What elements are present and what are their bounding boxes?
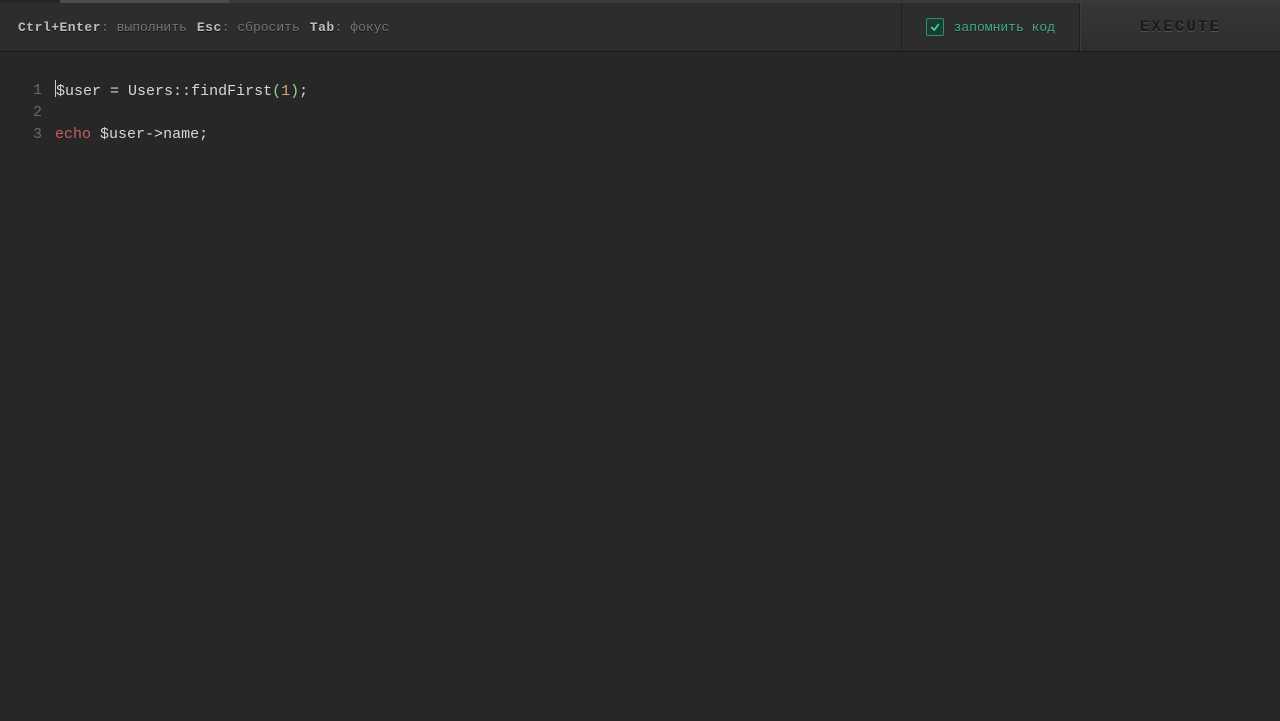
line-number: 2	[0, 102, 48, 124]
code-token: echo	[55, 126, 91, 143]
code-token: name	[163, 126, 199, 143]
code-token: ;	[199, 126, 208, 143]
code-line[interactable]	[55, 102, 1280, 124]
code-token: ;	[299, 83, 308, 100]
shortcut-key: Tab	[310, 20, 335, 35]
code-token: =	[101, 83, 128, 100]
code-token: $user	[100, 126, 145, 143]
code-token: 1	[281, 83, 290, 100]
checkbox-checked-icon[interactable]	[926, 18, 944, 36]
code-token: ->	[145, 126, 163, 143]
shortcut-hints: Ctrl+Enter: выполнить Esc: сбросить Tab:…	[0, 3, 901, 51]
line-number: 1	[0, 80, 48, 102]
code-token: (	[272, 83, 281, 100]
shortcut-desc: : сбросить	[222, 20, 300, 35]
code-token: )	[290, 83, 299, 100]
code-token: $user	[56, 83, 101, 100]
shortcut-desc: : фокус	[335, 20, 390, 35]
code-line[interactable]: $user = Users::findFirst(1);	[55, 80, 1280, 102]
shortcut-desc: : выполнить	[101, 20, 187, 35]
line-number-gutter: 123	[0, 52, 48, 721]
line-number: 3	[0, 124, 48, 146]
execute-button-label: EXECUTE	[1140, 18, 1221, 36]
toolbar: Ctrl+Enter: выполнить Esc: сбросить Tab:…	[0, 3, 1280, 52]
code-token: ::	[173, 83, 191, 100]
shortcut-key: Esc	[197, 20, 222, 35]
code-token: findFirst	[191, 83, 272, 100]
code-token	[91, 126, 100, 143]
remember-code-toggle[interactable]: запомнить код	[901, 3, 1080, 51]
code-editor[interactable]: 123 $user = Users::findFirst(1);echo $us…	[0, 52, 1280, 721]
code-token: Users	[128, 83, 173, 100]
code-line[interactable]: echo $user->name;	[55, 124, 1280, 146]
code-area[interactable]: $user = Users::findFirst(1);echo $user->…	[55, 80, 1280, 146]
remember-code-label[interactable]: запомнить код	[954, 20, 1055, 35]
execute-button[interactable]: EXECUTE	[1080, 3, 1280, 51]
shortcut-key: Ctrl+Enter	[18, 20, 101, 35]
